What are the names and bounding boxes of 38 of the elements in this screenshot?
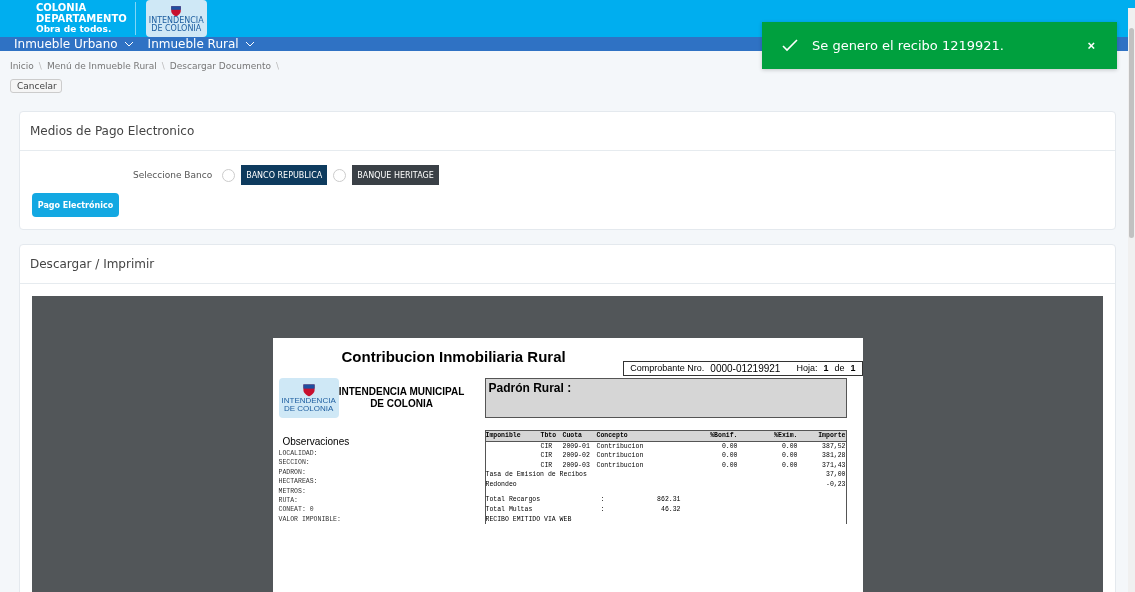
shield-icon [301, 383, 316, 397]
chevron-down-icon [244, 41, 255, 47]
radio-button[interactable] [333, 168, 347, 182]
issuer-name: INTENDENCIA MUNICIPAL DE COLONIA [338, 386, 465, 410]
bank-logo: BANQUE HERITAGE [352, 165, 439, 185]
brand-logo-text: COLONIA DEPARTAMENTO Obra de todos. [36, 2, 136, 35]
shield-icon [170, 4, 183, 17]
electronic-payment-button[interactable]: Pago Electrónico [32, 193, 119, 217]
crest-logo: INTENDENCIA DE COLONIA [145, 0, 207, 37]
nav-menu-item[interactable]: Inmueble Rural [147, 37, 255, 51]
receipt-number: 0000-01219921 [710, 363, 781, 374]
breadcrumb-link[interactable]: Menú de Inmueble Rural [46, 61, 157, 71]
toast-message: Se genero el recibo 1219921. [812, 38, 1005, 53]
bank-label: Seleccione Banco [133, 170, 213, 180]
sheet-number: 1 [823, 363, 829, 374]
document-title: Contribucion Inmobiliaria Rural [341, 348, 567, 365]
sheet-number: 1 [850, 363, 856, 374]
chevron-down-icon [123, 41, 134, 47]
sheet-label: Hoja: [796, 363, 818, 374]
breadcrumb-separator: \ [161, 61, 165, 71]
padron-box: Padrón Rural : [484, 378, 847, 418]
sheet-of: de [834, 363, 845, 374]
radio-button[interactable] [222, 168, 236, 182]
card-title: Descargar / Imprimir [20, 245, 1115, 284]
observations-title: Observaciones [282, 436, 351, 447]
cancel-button[interactable]: Cancelar [10, 79, 62, 93]
breadcrumb-link[interactable]: Descargar Documento [169, 61, 271, 71]
crest-logo: INTENDENCIA DE COLONIA [278, 378, 339, 418]
breadcrumb-separator: \ [275, 61, 279, 71]
nav-menu-item[interactable]: Inmueble Urbano [14, 37, 134, 51]
close-button[interactable]: × [1087, 38, 1095, 53]
scrollbar[interactable] [1128, 8, 1135, 592]
receipt-label: Comprobante Nro. [630, 363, 705, 374]
breadcrumb-separator: \ [38, 61, 42, 71]
card-title: Medios de Pago Electronico [20, 112, 1115, 151]
breadcrumb-link[interactable]: Inicio [10, 61, 34, 71]
bank-logo: BANCO REPUBLICA [241, 165, 328, 185]
checkmark-icon [782, 39, 798, 52]
